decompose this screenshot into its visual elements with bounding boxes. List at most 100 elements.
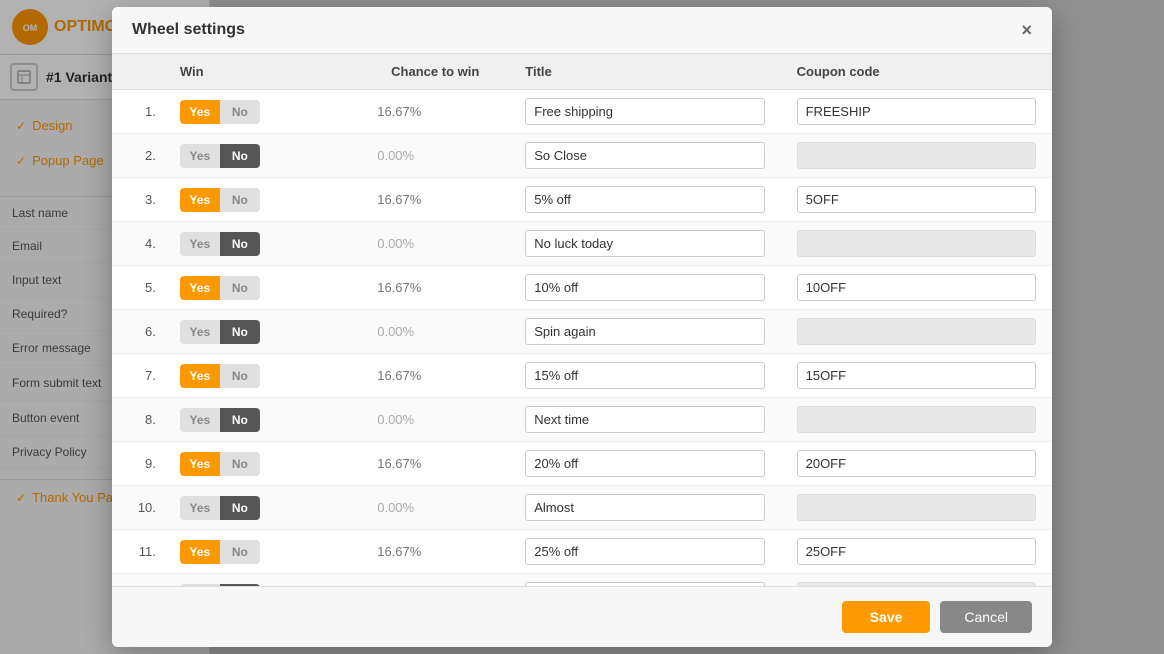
col-coupon: Coupon code	[781, 54, 1052, 90]
title-input[interactable]	[525, 450, 764, 477]
modal-footer: Save Cancel	[112, 586, 1052, 647]
yes-no-toggle: YesNo	[180, 408, 260, 432]
table-row: 2.YesNo0.00%	[112, 134, 1052, 178]
row-number: 2.	[112, 134, 164, 178]
yes-no-toggle: YesNo	[180, 320, 260, 344]
yes-button[interactable]: Yes	[180, 540, 220, 564]
table-row: 10.YesNo0.00%	[112, 486, 1052, 530]
no-button[interactable]: No	[220, 452, 260, 476]
table-row: 7. YesNo 16.67%	[112, 354, 1052, 398]
coupon-input[interactable]	[797, 450, 1036, 477]
no-button[interactable]: No	[220, 408, 260, 432]
row-number: 11.	[112, 530, 164, 574]
coupon-cell	[781, 354, 1052, 398]
title-cell	[509, 530, 780, 574]
table-row: 11.YesNo16.67%	[112, 530, 1052, 574]
row-number: 12.	[112, 574, 164, 587]
title-input[interactable]	[525, 362, 764, 389]
title-input[interactable]	[525, 406, 764, 433]
coupon-input[interactable]	[797, 186, 1036, 213]
title-input[interactable]	[525, 274, 764, 301]
chance-cell: 16.67%	[361, 266, 509, 310]
no-button[interactable]: No	[220, 364, 260, 388]
chance-cell: 0.00%	[361, 574, 509, 587]
cancel-button[interactable]: Cancel	[940, 601, 1032, 633]
title-input[interactable]	[525, 494, 764, 521]
title-input[interactable]	[525, 230, 764, 257]
coupon-cell	[781, 486, 1052, 530]
chance-cell: 0.00%	[361, 398, 509, 442]
coupon-input[interactable]	[797, 274, 1036, 301]
title-input[interactable]	[525, 98, 764, 125]
coupon-input[interactable]	[797, 538, 1036, 565]
no-button[interactable]: No	[220, 188, 260, 212]
no-button[interactable]: No	[220, 276, 260, 300]
yes-button[interactable]: Yes	[180, 364, 220, 388]
win-toggle-cell: YesNo	[164, 178, 361, 222]
table-row: 8.YesNo0.00%	[112, 398, 1052, 442]
table-row: 1.YesNo16.67%	[112, 90, 1052, 134]
col-num	[112, 54, 164, 90]
col-win: Win	[164, 54, 361, 90]
wheel-settings-modal: Wheel settings × Win Chance to win Title…	[112, 7, 1052, 647]
coupon-input	[797, 318, 1036, 345]
row-number: 7.	[112, 354, 164, 398]
yes-button[interactable]: Yes	[180, 320, 220, 344]
title-input[interactable]	[525, 186, 764, 213]
yes-no-toggle: YesNo	[180, 276, 260, 300]
coupon-cell	[781, 574, 1052, 587]
win-toggle-cell: YesNo	[164, 90, 361, 134]
yes-button[interactable]: Yes	[180, 100, 220, 124]
table-row: 9.YesNo16.67%	[112, 442, 1052, 486]
coupon-input[interactable]	[797, 98, 1036, 125]
win-toggle-cell: YesNo	[164, 398, 361, 442]
title-cell	[509, 354, 780, 398]
yes-no-toggle: YesNo	[180, 540, 260, 564]
row-number: 5.	[112, 266, 164, 310]
wheel-table: Win Chance to win Title Coupon code 1.Ye…	[112, 54, 1052, 586]
title-input[interactable]	[525, 142, 764, 169]
col-chance: Chance to win	[361, 54, 509, 90]
no-button[interactable]: No	[220, 144, 260, 168]
chance-cell: 16.67%	[361, 90, 509, 134]
no-button[interactable]: No	[220, 540, 260, 564]
win-toggle-cell: YesNo	[164, 574, 361, 587]
modal-close-button[interactable]: ×	[1021, 21, 1032, 39]
save-button[interactable]: Save	[842, 601, 931, 633]
table-row: 6.YesNo0.00%	[112, 310, 1052, 354]
title-input[interactable]	[525, 318, 764, 345]
title-cell	[509, 486, 780, 530]
yes-button[interactable]: Yes	[180, 496, 220, 520]
yes-button[interactable]: Yes	[180, 144, 220, 168]
no-button[interactable]: No	[220, 232, 260, 256]
table-header-row: Win Chance to win Title Coupon code	[112, 54, 1052, 90]
title-cell	[509, 398, 780, 442]
yes-no-toggle: YesNo	[180, 452, 260, 476]
no-button[interactable]: No	[220, 320, 260, 344]
chance-cell: 16.67%	[361, 354, 509, 398]
yes-button[interactable]: Yes	[180, 188, 220, 212]
yes-button[interactable]: Yes	[180, 232, 220, 256]
win-toggle-cell: YesNo	[164, 442, 361, 486]
title-cell	[509, 90, 780, 134]
title-cell	[509, 442, 780, 486]
title-cell	[509, 310, 780, 354]
coupon-cell	[781, 90, 1052, 134]
yes-button[interactable]: Yes	[180, 452, 220, 476]
coupon-input[interactable]	[797, 362, 1036, 389]
table-row: 12.YesNo0.00%	[112, 574, 1052, 587]
no-button[interactable]: No	[220, 100, 260, 124]
modal-body[interactable]: Win Chance to win Title Coupon code 1.Ye…	[112, 54, 1052, 586]
row-number: 4.	[112, 222, 164, 266]
chance-cell: 16.67%	[361, 442, 509, 486]
yes-button[interactable]: Yes	[180, 408, 220, 432]
coupon-cell	[781, 222, 1052, 266]
yes-button[interactable]: Yes	[180, 276, 220, 300]
no-button[interactable]: No	[220, 496, 260, 520]
coupon-cell	[781, 530, 1052, 574]
table-row: 5. YesNo 16.67%	[112, 266, 1052, 310]
title-input[interactable]	[525, 538, 764, 565]
yes-no-toggle: YesNo	[180, 144, 260, 168]
title-cell	[509, 222, 780, 266]
coupon-cell	[781, 266, 1052, 310]
